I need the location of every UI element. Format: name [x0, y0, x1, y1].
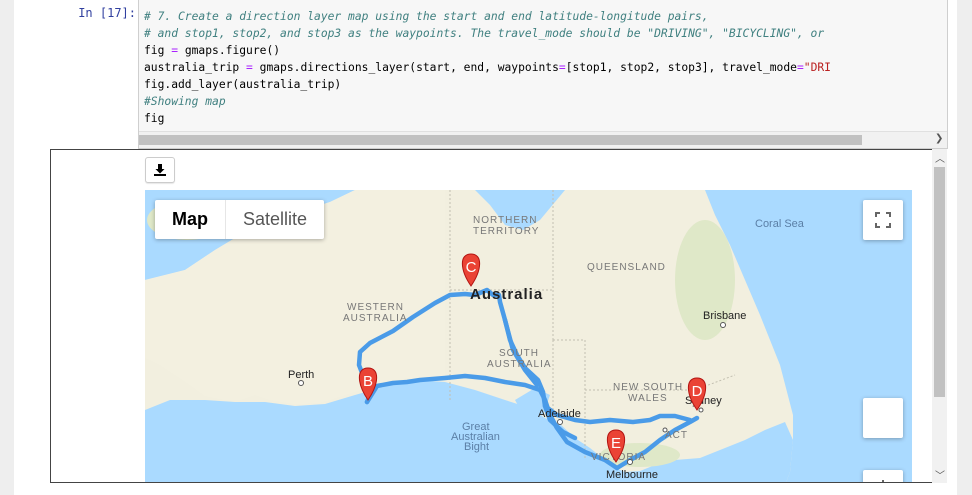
code-text: gmaps.figure() — [178, 44, 281, 57]
scrollbar-thumb[interactable] — [139, 135, 862, 145]
code-text: [stop1, stop2, stop3], travel_mode — [565, 61, 797, 74]
fullscreen-icon — [875, 212, 891, 228]
map-type-satellite-button[interactable]: Satellite — [225, 200, 324, 239]
perth-dot — [298, 380, 304, 386]
code-editor[interactable]: # 7. Create a direction layer map using … — [144, 8, 831, 127]
code-operator: = — [558, 61, 566, 74]
label-brisbane: Brisbane — [703, 310, 746, 322]
label-northern-territory: NORTHERN — [473, 215, 537, 226]
label-south-australia: SOUTH — [499, 348, 539, 359]
label-northern-territory: TERRITORY — [473, 226, 539, 237]
marker-e-label: E — [611, 435, 621, 452]
code-cell[interactable]: # 7. Create a direction layer map using … — [138, 0, 948, 149]
label-queensland: QUEENSLAND — [587, 262, 666, 273]
output-area: Coral Sea NORTHERN TERRITORY QUEENSLAND … — [50, 149, 933, 483]
label-melbourne: Melbourne — [606, 469, 658, 481]
code-text: gmaps.directions_layer(start, end, waypo… — [252, 61, 559, 74]
code-text: fig.add_layer(australia_trip) — [144, 78, 342, 91]
code-comment-line: # and stop1, stop2, and stop3 as the way… — [144, 27, 825, 40]
code-text: australia_trip — [144, 61, 247, 74]
sydney-dot — [698, 407, 704, 413]
scroll-up-icon[interactable]: ︿ — [935, 150, 945, 165]
label-perth: Perth — [288, 369, 314, 381]
code-text: fig — [144, 112, 165, 125]
label-western-australia: AUSTRALIA — [343, 313, 408, 324]
download-icon — [154, 164, 166, 176]
plus-icon — [882, 480, 884, 482]
code-operator: = — [171, 44, 179, 57]
map-type-control: Map Satellite — [155, 200, 325, 239]
notebook-page: In [17]: # 7. Create a direction layer m… — [14, 0, 957, 495]
code-operator: = — [796, 61, 804, 74]
horizontal-scrollbar[interactable]: ❯ — [139, 131, 947, 148]
label-new-south-wales: NEW SOUTH — [613, 382, 683, 393]
marker-b-label: B — [363, 373, 373, 390]
marker-d-label: D — [692, 383, 703, 400]
label-south-australia: AUSTRALIA — [487, 359, 552, 370]
map-widget[interactable]: Coral Sea NORTHERN TERRITORY QUEENSLAND … — [145, 190, 912, 482]
code-operator: = — [246, 61, 253, 74]
label-coral-sea: Coral Sea — [755, 218, 805, 230]
label-western-australia: WESTERN — [347, 302, 404, 313]
cell-prompt: In [17]: — [78, 6, 136, 20]
scrollbar-thumb[interactable] — [934, 167, 945, 397]
scroll-right-icon[interactable]: ❯ — [935, 133, 943, 144]
code-string: "DRI — [803, 61, 831, 74]
output-vertical-scrollbar[interactable]: ︿ ﹀ — [932, 149, 947, 483]
label-act: ACT — [665, 430, 688, 441]
label-adelaide: Adelaide — [538, 408, 581, 420]
fullscreen-button[interactable] — [863, 200, 903, 240]
street-view-button[interactable] — [863, 398, 903, 438]
map-type-map-button[interactable]: Map — [155, 200, 225, 239]
marker-c-label: C — [466, 259, 477, 276]
label-great-australian-bight: Bight — [464, 441, 489, 453]
zoom-in-button[interactable] — [863, 470, 903, 482]
label-country: Australia — [470, 286, 543, 303]
scroll-down-icon[interactable]: ﹀ — [935, 467, 945, 482]
download-button[interactable] — [145, 157, 175, 183]
brisbane-dot — [720, 322, 726, 328]
adelaide-dot — [557, 419, 563, 425]
code-comment-line: #Showing map — [144, 95, 226, 108]
code-text: fig — [144, 44, 172, 57]
label-new-south-wales: WALES — [628, 393, 668, 404]
code-comment-line: # 7. Create a direction layer map using … — [144, 10, 709, 23]
